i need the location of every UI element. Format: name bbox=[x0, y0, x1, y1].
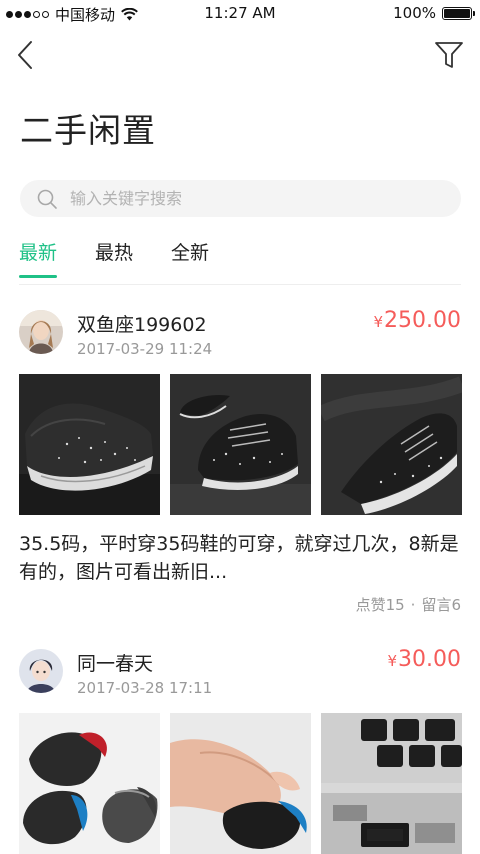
currency-symbol: ¥ bbox=[387, 652, 398, 670]
tab-hottest[interactable]: 最热 bbox=[95, 238, 133, 278]
photo-thumbnail[interactable] bbox=[321, 374, 462, 515]
filter-icon bbox=[435, 42, 463, 68]
photo-grid bbox=[19, 374, 462, 515]
likes-count[interactable]: 点赞15 bbox=[356, 596, 405, 614]
price-value: 30.00 bbox=[398, 647, 461, 672]
chevron-left-icon bbox=[18, 41, 32, 69]
filter-button[interactable] bbox=[434, 40, 464, 70]
battery-fill bbox=[444, 8, 470, 18]
post-username[interactable]: 双鱼座199602 bbox=[77, 310, 207, 337]
back-button[interactable] bbox=[14, 38, 44, 72]
photo-thumbnail[interactable] bbox=[19, 713, 160, 854]
post-price: ¥250.00 bbox=[373, 308, 461, 333]
status-right: 100% bbox=[393, 4, 475, 22]
currency-symbol: ¥ bbox=[373, 313, 384, 331]
avatar[interactable] bbox=[19, 310, 63, 354]
photo-thumbnail[interactable] bbox=[321, 713, 462, 854]
tab-bar: 最新 最热 全新 bbox=[19, 238, 209, 278]
photo-thumbnail[interactable] bbox=[170, 374, 311, 515]
post-stats: 点赞15 · 留言6 bbox=[356, 594, 461, 615]
status-bar: 中国移动 11:27 AM 100% bbox=[0, 0, 480, 26]
photo-grid bbox=[19, 713, 462, 854]
post-price: ¥30.00 bbox=[387, 647, 461, 672]
photo-thumbnail[interactable] bbox=[170, 713, 311, 854]
stats-separator: · bbox=[410, 596, 416, 614]
search-box[interactable] bbox=[20, 180, 461, 217]
comments-count[interactable]: 留言6 bbox=[421, 596, 461, 614]
tab-newest[interactable]: 最新 bbox=[19, 238, 58, 278]
price-value: 250.00 bbox=[384, 308, 461, 333]
post-time: 2017-03-28 17:11 bbox=[77, 679, 213, 697]
photo-thumbnail[interactable] bbox=[19, 374, 160, 515]
page-title: 二手闲置 bbox=[20, 111, 156, 150]
post-username[interactable]: 同一春天 bbox=[77, 649, 153, 676]
post-time: 2017-03-29 11:24 bbox=[77, 340, 213, 358]
post-description[interactable]: 35.5码，平时穿35码鞋的可穿，就穿过几次，8新是有的，图片可看出新旧... bbox=[19, 530, 461, 586]
battery-icon bbox=[442, 6, 475, 20]
tab-divider bbox=[19, 284, 461, 285]
battery-percent: 100% bbox=[393, 4, 436, 22]
search-icon bbox=[37, 189, 57, 209]
tab-brand-new[interactable]: 全新 bbox=[171, 238, 209, 278]
avatar[interactable] bbox=[19, 649, 63, 693]
search-input[interactable] bbox=[70, 189, 430, 208]
